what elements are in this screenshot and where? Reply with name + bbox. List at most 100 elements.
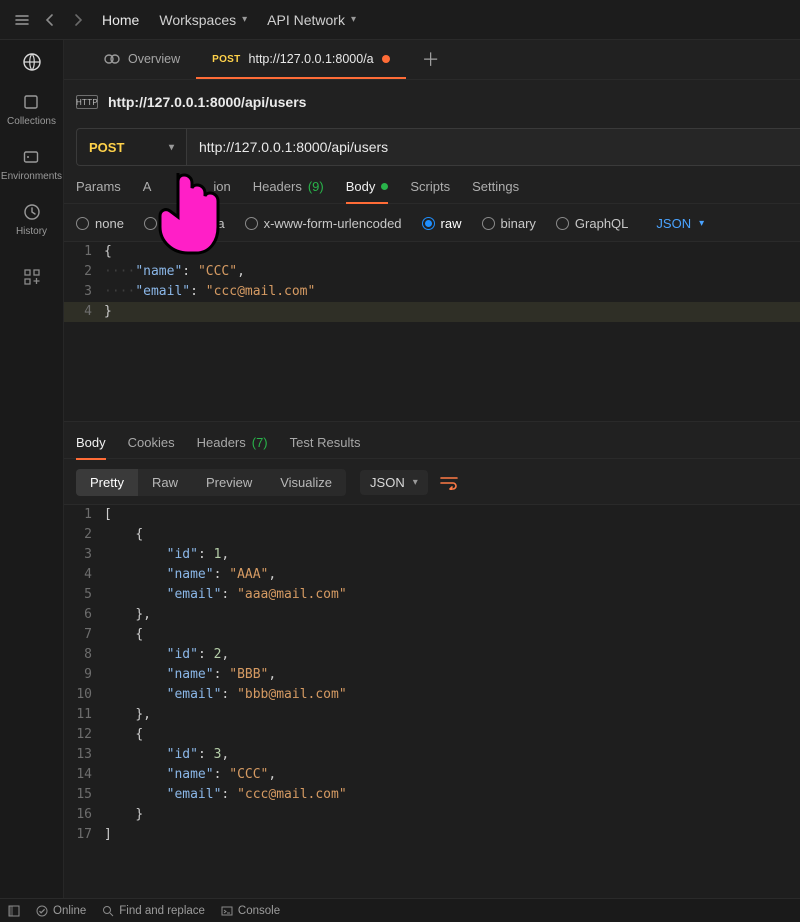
response-format-label: JSON xyxy=(370,475,405,490)
nav-api-network[interactable]: API Network ▾ xyxy=(267,12,356,28)
subtab-scripts[interactable]: Scripts xyxy=(410,179,450,204)
code-string: "ccc@mail.com" xyxy=(206,284,316,299)
status-find-label: Find and replace xyxy=(119,905,205,917)
view-pretty[interactable]: Pretty xyxy=(76,469,138,496)
rail-environments[interactable]: Environments xyxy=(1,147,62,182)
status-find[interactable]: Find and replace xyxy=(102,905,205,917)
status-panel-icon[interactable] xyxy=(8,905,20,917)
environments-icon xyxy=(21,147,41,167)
resp-tab-headers-label: Headers xyxy=(197,435,246,450)
menu-icon[interactable] xyxy=(8,6,36,34)
body-none-label: none xyxy=(95,216,124,231)
body-raw[interactable]: raw xyxy=(422,216,462,231)
subtab-headers-count: (9) xyxy=(308,179,324,194)
code-brace: } xyxy=(104,304,112,319)
body-binary-label: binary xyxy=(501,216,536,231)
body-urlencoded[interactable]: x-www-form-urlencoded xyxy=(245,216,402,231)
body-binary[interactable]: binary xyxy=(482,216,536,231)
body-active-dot xyxy=(381,183,388,190)
subtab-params-label: Params xyxy=(76,179,121,194)
view-preview-label: Preview xyxy=(206,475,252,490)
subtab-body[interactable]: Body xyxy=(346,179,389,204)
main-panel: Overview POST http://127.0.0.1:8000/a ＋ … xyxy=(64,40,800,898)
request-subtabs: Params Authorization Headers (9) Body Sc… xyxy=(64,166,800,204)
nav-back-icon[interactable] xyxy=(36,6,64,34)
request-body-editor[interactable]: 1{ 2····"name": "CCC", 3····"email": "cc… xyxy=(64,241,800,421)
chevron-down-icon: ▾ xyxy=(351,14,356,25)
left-rail: Collections Environments History xyxy=(0,40,64,898)
body-formdata[interactable]: form-data xyxy=(144,216,225,231)
view-raw-label: Raw xyxy=(152,475,178,490)
tab-overview-label: Overview xyxy=(128,52,180,66)
view-raw[interactable]: Raw xyxy=(138,469,192,496)
top-bar: Home Workspaces ▾ API Network ▾ xyxy=(0,0,800,40)
wrap-lines-icon[interactable] xyxy=(440,476,458,490)
chevron-down-icon: ▾ xyxy=(169,142,174,153)
globe-icon xyxy=(22,52,42,72)
response-format-select[interactable]: JSON ▾ xyxy=(360,470,428,495)
subtab-auth[interactable]: Authorization xyxy=(143,179,231,204)
body-formdata-label: ata xyxy=(206,216,224,231)
nav-home[interactable]: Home xyxy=(102,12,139,28)
nav-forward-icon[interactable] xyxy=(64,6,92,34)
status-online[interactable]: Online xyxy=(36,905,86,917)
status-console[interactable]: Console xyxy=(221,905,280,917)
status-console-label: Console xyxy=(238,905,280,917)
body-graphql-label: GraphQL xyxy=(575,216,628,231)
method-select[interactable]: POST ▾ xyxy=(77,129,187,165)
body-graphql[interactable]: GraphQL xyxy=(556,216,628,231)
rail-collections[interactable]: Collections xyxy=(7,92,56,127)
plus-icon: ＋ xyxy=(422,46,440,72)
tab-method-badge: POST xyxy=(212,54,240,65)
http-badge: HTTP xyxy=(76,95,98,109)
rail-globe[interactable] xyxy=(22,52,42,72)
resp-tab-tests-label: Test Results xyxy=(290,435,361,450)
code-key: "email" xyxy=(135,284,190,299)
resp-tab-headers[interactable]: Headers (7) xyxy=(197,435,268,460)
rail-history[interactable]: History xyxy=(16,202,47,237)
subtab-body-label: Body xyxy=(346,179,376,194)
history-icon xyxy=(22,202,42,222)
tab-overview[interactable]: Overview xyxy=(88,41,196,79)
resp-tab-cookies[interactable]: Cookies xyxy=(128,435,175,460)
tab-request-label: http://127.0.0.1:8000/a xyxy=(249,52,374,66)
chevron-down-icon: ▾ xyxy=(699,218,704,229)
tab-new[interactable]: ＋ xyxy=(406,41,456,79)
body-options: none form-data x-www-form-urlencoded raw… xyxy=(64,204,800,241)
nav-api-network-label: API Network xyxy=(267,12,345,28)
subtab-headers-label: Headers xyxy=(253,179,302,194)
link-icon xyxy=(104,53,120,65)
response-body-editor[interactable]: 1[2 {3 "id": 1,4 "name": "AAA",5 "email"… xyxy=(64,504,800,898)
chevron-down-icon: ▾ xyxy=(413,477,418,488)
resp-tab-tests[interactable]: Test Results xyxy=(290,435,361,460)
body-format-select[interactable]: JSON▾ xyxy=(656,216,704,231)
nav-home-label: Home xyxy=(102,12,139,28)
nav-workspaces-label: Workspaces xyxy=(159,12,236,28)
status-online-label: Online xyxy=(53,905,86,917)
view-visualize[interactable]: Visualize xyxy=(266,469,346,496)
subtab-scripts-label: Scripts xyxy=(410,179,450,194)
collections-icon xyxy=(21,92,41,112)
view-preview[interactable]: Preview xyxy=(192,469,266,496)
body-raw-label: raw xyxy=(441,216,462,231)
subtab-auth-post: ion xyxy=(213,179,230,194)
subtab-headers[interactable]: Headers (9) xyxy=(253,179,324,204)
apps-icon xyxy=(22,267,42,287)
subtab-settings[interactable]: Settings xyxy=(472,179,519,204)
nav-workspaces[interactable]: Workspaces ▾ xyxy=(159,12,247,28)
rail-collections-label: Collections xyxy=(7,116,56,127)
rail-add[interactable] xyxy=(22,267,42,287)
resp-tab-body[interactable]: Body xyxy=(76,435,106,460)
view-visualize-label: Visualize xyxy=(280,475,332,490)
resp-tab-cookies-label: Cookies xyxy=(128,435,175,450)
subtab-params[interactable]: Params xyxy=(76,179,121,204)
address-line: HTTP http://127.0.0.1:8000/api/users xyxy=(64,80,800,116)
body-none[interactable]: none xyxy=(76,216,124,231)
url-input[interactable]: http://127.0.0.1:8000/api/users xyxy=(187,129,800,165)
method-label: POST xyxy=(89,140,124,155)
chevron-down-icon: ▾ xyxy=(242,14,247,25)
address-url: http://127.0.0.1:8000/api/users xyxy=(108,94,306,110)
tab-request[interactable]: POST http://127.0.0.1:8000/a xyxy=(196,41,406,79)
status-bar: Online Find and replace Console xyxy=(0,898,800,922)
rail-history-label: History xyxy=(16,226,47,237)
